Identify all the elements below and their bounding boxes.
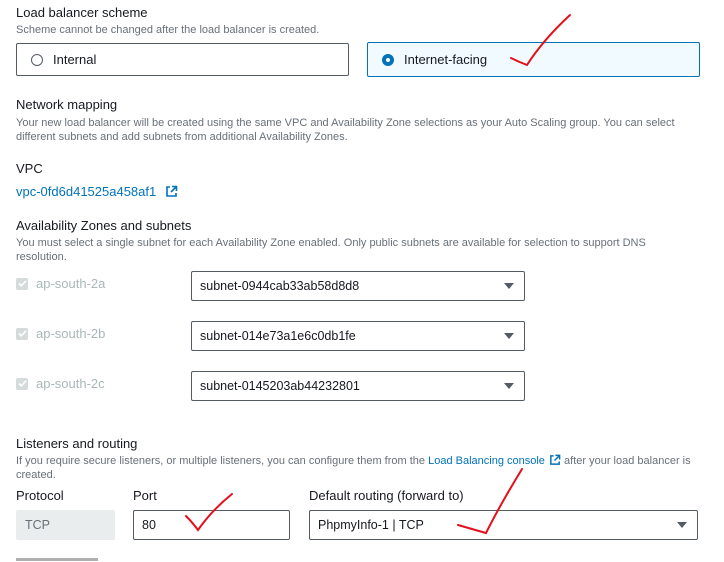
caret-down-icon [504, 383, 514, 389]
checkbox-ap-south-2a[interactable] [16, 277, 28, 290]
protocol-label: Protocol [16, 488, 64, 503]
default-routing-select[interactable]: PhpmyInfo-1 | TCP [309, 510, 698, 540]
subnet-value: subnet-014e73a1e6c0db1fe [200, 329, 356, 343]
checkbox-ap-south-2c[interactable] [16, 377, 28, 390]
az-label: ap-south-2a [36, 276, 106, 291]
az-label: ap-south-2c [36, 376, 105, 391]
check-icon [17, 280, 27, 287]
az-title: Availability Zones and subnets [16, 218, 192, 233]
subnet-value: subnet-0145203ab44232801 [200, 379, 360, 393]
vpc-link[interactable]: vpc-0fd6d41525a458af1 [16, 184, 156, 199]
subnet-select-2b[interactable]: subnet-014e73a1e6c0db1fe [191, 321, 525, 351]
routing-value: PhpmyInfo-1 | TCP [318, 518, 424, 532]
listeners-description-text: If you require secure listeners, or mult… [16, 455, 426, 467]
caret-down-icon [677, 522, 687, 528]
network-mapping-description-2: different subnets and add subnets from a… [16, 131, 348, 143]
listeners-description-text-after: after your load balancer is [564, 455, 691, 467]
check-icon [17, 380, 27, 387]
protocol-value: TCP [25, 518, 50, 532]
load-balancing-console-link[interactable]: Load Balancing console [428, 455, 545, 467]
az-row-2b: ap-south-2b [16, 326, 105, 341]
scheme-option-internal-label: Internal [53, 52, 97, 67]
network-mapping-title: Network mapping [16, 97, 118, 112]
az-row-2c: ap-south-2c [16, 376, 105, 391]
listeners-title: Listeners and routing [16, 436, 138, 451]
network-mapping-description-1: Your new load balancer will be created u… [16, 117, 675, 129]
cut-off-heading [16, 556, 106, 562]
routing-label: Default routing (forward to) [309, 488, 464, 503]
az-description-1: You must select a single subnet for each… [16, 237, 646, 249]
checkbox-ap-south-2b[interactable] [16, 327, 28, 340]
port-label: Port [133, 488, 157, 503]
caret-down-icon [504, 333, 514, 339]
external-link-icon[interactable] [549, 454, 561, 466]
az-row-2a: ap-south-2a [16, 276, 105, 291]
az-label: ap-south-2b [36, 326, 106, 341]
caret-down-icon [504, 283, 514, 289]
scheme-option-internal[interactable]: Internal [16, 43, 349, 76]
subnet-select-2a[interactable]: subnet-0944cab33ab58d8d8 [191, 271, 525, 301]
port-value: 80 [142, 518, 156, 532]
scheme-option-internet-facing-label: Internet-facing [404, 52, 488, 67]
vpc-title: VPC [16, 161, 43, 176]
protocol-field: TCP [16, 510, 115, 540]
radio-internal[interactable] [31, 53, 43, 66]
listeners-description-1: If you require secure listeners, or mult… [16, 454, 691, 469]
scheme-title: Load balancer scheme [16, 5, 148, 20]
port-input[interactable]: 80 [133, 510, 290, 540]
az-description-2: resolution. [16, 251, 67, 263]
scheme-description: Scheme cannot be changed after the load … [16, 24, 320, 36]
subnet-value: subnet-0944cab33ab58d8d8 [200, 279, 360, 293]
radio-internet-facing[interactable] [382, 53, 394, 66]
subnet-select-2c[interactable]: subnet-0145203ab44232801 [191, 371, 525, 401]
check-icon [17, 330, 27, 337]
vpc-link-wrap[interactable]: vpc-0fd6d41525a458af1 [16, 183, 178, 201]
external-link-icon[interactable] [165, 185, 178, 198]
scheme-option-internet-facing[interactable]: Internet-facing [367, 42, 700, 77]
listeners-description-2: created. [16, 469, 56, 481]
